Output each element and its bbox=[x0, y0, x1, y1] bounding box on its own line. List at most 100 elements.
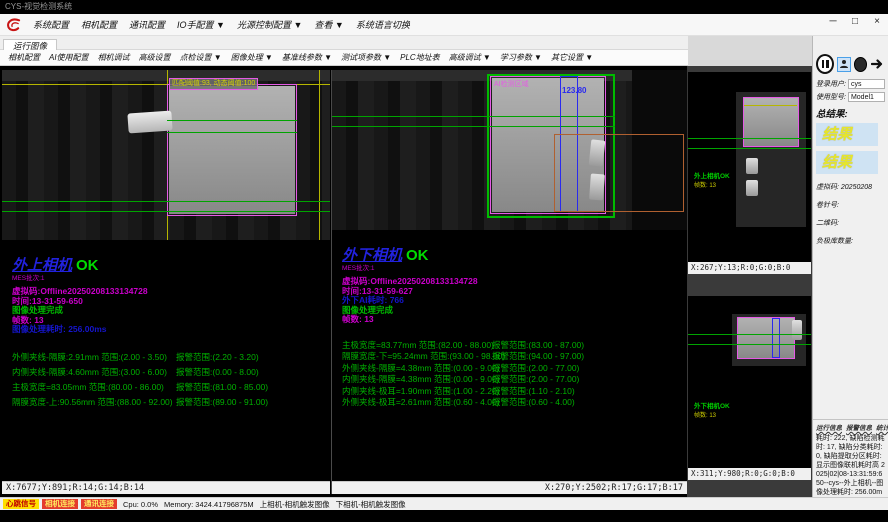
right-camera-image[interactable]: AI检测区域 123.80 bbox=[332, 70, 687, 230]
status-badge: 通讯连接 bbox=[81, 499, 117, 509]
info-line: 帧数: 13 bbox=[342, 315, 687, 325]
panel-log-section: 运行信息报警信息统计信息 耗时: 222, 缺陷检测耗时: 17, 缺陷分类耗时… bbox=[813, 419, 888, 508]
user-icon bbox=[839, 59, 849, 69]
user-login-button[interactable] bbox=[837, 57, 850, 72]
menu-item[interactable]: 系统配置 bbox=[33, 18, 69, 31]
menu-item[interactable]: 相机配置 bbox=[81, 18, 117, 31]
menu-item[interactable]: IO手配置 ▼ bbox=[177, 18, 225, 31]
side-bottom-coordinates: X:311;Y:980;R:0;G:0;B:0 bbox=[688, 468, 811, 480]
window-titlebar: CYS-视觉检测系统 bbox=[0, 0, 888, 14]
camera-lens-button[interactable] bbox=[854, 57, 867, 72]
model-value[interactable]: Model1 bbox=[848, 92, 885, 102]
log-tab[interactable]: 报警信息 bbox=[846, 422, 872, 432]
menu-item[interactable]: 光源控制配置 ▼ bbox=[237, 18, 302, 31]
model-row: 使用型号: Model1 bbox=[816, 92, 885, 102]
side-header-strip: 画面显示区 拼接画面·检测画面 bbox=[688, 36, 812, 66]
status-ok: OK bbox=[406, 247, 429, 264]
side-camera-frames: 帧数: 13 bbox=[694, 180, 716, 189]
left-camera-image[interactable]: 匹配阈值:93, 动态阈值:100 bbox=[2, 70, 330, 240]
left-camera-view: 匹配阈值:93, 动态阈值:100 外上相机OK MES批次:1 虚拟码:Off… bbox=[2, 70, 330, 494]
metal-tab bbox=[746, 158, 758, 174]
log-text: 耗时: 222, 缺陷检测耗时: 17, 缺陷分类耗时: 0, 缺陷提取分区耗时… bbox=[816, 434, 885, 506]
status-badges: 心跳信号相机连接通讯连接 bbox=[3, 499, 117, 509]
pause-button[interactable] bbox=[816, 54, 834, 74]
right-pixel-coordinates: X:270;Y:2502;R:17;G:17;B:17 bbox=[332, 481, 687, 494]
metal-tab bbox=[589, 139, 606, 166]
panel-fields: 虚拟码: 20250208卷针号:二维码:负极库数量: bbox=[816, 182, 885, 246]
roi-box bbox=[167, 84, 297, 216]
toolbar-item[interactable]: 学习参数 ▼ bbox=[500, 52, 542, 63]
maximize-button[interactable]: □ bbox=[848, 16, 862, 27]
toolbar-item[interactable]: 高级设置 bbox=[139, 52, 171, 63]
panel-field: 卷针号: bbox=[816, 200, 885, 210]
status-badge: 心跳信号 bbox=[3, 499, 39, 509]
toolbar-item[interactable]: 图像处理 ▼ bbox=[231, 52, 273, 63]
measure-line bbox=[688, 148, 811, 149]
ai-region-label: AI检测区域 bbox=[494, 79, 529, 89]
result-display-top: 结果 bbox=[816, 123, 878, 146]
toolbar-item[interactable]: 点检设置 ▼ bbox=[180, 52, 222, 63]
ai-measure-value: 123.80 bbox=[562, 86, 586, 95]
tab-strip: 运行图像 bbox=[0, 36, 688, 50]
tab-region-box bbox=[554, 134, 684, 212]
left-pixel-coordinates: X:7677;Y:891;R:14;G:14;B:14 bbox=[2, 481, 330, 494]
measurement-list: 外侧夹线-隔膜:2.91mm 范围:(2.00 - 3.50)报警范围:(2.2… bbox=[12, 350, 330, 410]
toolbar: 相机配置 AI使用配置相机调试高级设置点检设置 ▼ 图像处理 ▼ 基准线参数 ▼ 测试项… bbox=[0, 50, 688, 66]
status-ok: OK bbox=[76, 257, 99, 274]
measurement-row: 内侧夹线-极耳=1.90mm 范围:(1.00 - 2.20)报警范围:(1.1… bbox=[342, 386, 687, 398]
panel-field: 虚拟码: 20250208 bbox=[816, 182, 885, 192]
panel-field: 二维码: bbox=[816, 218, 885, 228]
ai-measure-box bbox=[772, 318, 780, 358]
login-user-value[interactable]: cys bbox=[848, 79, 885, 89]
tab-connector bbox=[127, 110, 172, 133]
measure-line bbox=[688, 334, 811, 335]
machine-top-band bbox=[2, 70, 330, 81]
side-view-top[interactable]: 外上相机OK 帧数: 13 bbox=[688, 72, 811, 262]
side-view-bottom[interactable]: 外下相机OK 帧数: 13 bbox=[688, 296, 811, 468]
measure-line bbox=[167, 120, 297, 121]
measure-line bbox=[688, 138, 811, 139]
measurement-row: 隔膜宽度-上:90.56mm 范围:(88.00 - 92.00)报警范围:(8… bbox=[12, 395, 330, 410]
toolbar-item[interactable]: 相机调试 bbox=[98, 52, 130, 63]
toolbar-item[interactable]: 基准线参数 ▼ bbox=[282, 52, 332, 63]
log-tab[interactable]: 运行信息 bbox=[816, 422, 842, 432]
measure-line bbox=[2, 211, 330, 212]
menu-item[interactable]: 通讯配置 bbox=[129, 18, 165, 31]
minimize-button[interactable]: ─ bbox=[826, 16, 840, 27]
metal-tab bbox=[746, 180, 758, 196]
info-lines: 虚拟码:Offline20250208133134728时间:13-31-59-… bbox=[342, 277, 687, 325]
toolbar-item[interactable]: 其它设置 ▼ bbox=[551, 52, 593, 63]
info-line: 图像处理耗时: 256.00ms bbox=[12, 325, 330, 335]
left-overlay-text: 外上相机OK MES批次:1 虚拟码:Offline20250208133134… bbox=[2, 240, 330, 481]
log-tab[interactable]: 统计信息 bbox=[876, 422, 888, 432]
side-camera-frames: 帧数: 13 bbox=[694, 410, 716, 419]
menu-item[interactable]: 查看 ▼ bbox=[314, 18, 343, 31]
measurement-row: 隔膜宽度-下=95.24mm 范围:(93.00 - 98.00)报警范围:(9… bbox=[342, 351, 687, 363]
measurement-row: 主极宽度=83.77mm 范围:(82.00 - 88.00)报警范围:(83.… bbox=[342, 340, 687, 352]
exit-button[interactable] bbox=[870, 57, 885, 72]
upper-camera-trigger: 上相机-相机触发图像 bbox=[260, 499, 330, 510]
toolbar-item[interactable]: PLC地址表 bbox=[400, 52, 440, 63]
side-camera-status: 外上相机OK bbox=[694, 170, 730, 180]
toolbar-item[interactable]: AI使用配置 bbox=[49, 52, 89, 63]
exit-arrow-icon bbox=[871, 58, 885, 70]
measurement-row: 内侧夹线-隔膜=4.38mm 范围:(0.00 - 9.00)报警范围:(2.0… bbox=[342, 374, 687, 386]
measurement-row: 外侧夹线-极耳=2.61mm 范围:(0.60 - 4.00)报警范围:(0.6… bbox=[342, 397, 687, 409]
info-line: 外下AI耗时: 766 bbox=[342, 296, 687, 306]
toolbar-item[interactable]: 相机配置 bbox=[8, 52, 40, 63]
toolbar-item[interactable]: 高级调试 ▼ bbox=[449, 52, 491, 63]
threshold-label: 匹配阈值:93, 动态阈值:100 bbox=[169, 78, 258, 90]
total-result-label: 总结果: bbox=[816, 106, 885, 120]
info-line: 图像处理完成 bbox=[342, 306, 687, 316]
cpu-usage: Cpu: 0.0% bbox=[123, 500, 158, 509]
window-title: CYS-视觉检测系统 bbox=[5, 2, 72, 11]
menu-item[interactable]: 系统语言切换 bbox=[356, 18, 410, 31]
measure-line bbox=[688, 344, 811, 345]
status-bar: 心跳信号相机连接通讯连接 Cpu: 0.0% Memory: 3424.4179… bbox=[0, 497, 888, 510]
measurement-row: 主极宽度=83.05mm 范围:(80.00 - 86.00)报警范围:(81.… bbox=[12, 380, 330, 395]
close-button[interactable]: × bbox=[870, 16, 884, 27]
measure-line bbox=[2, 201, 330, 202]
toolbar-item[interactable]: 测试项参数 ▼ bbox=[341, 52, 391, 63]
right-overlay-text: 外下相机OK MES批次:1 虚拟码:Offline20250208133134… bbox=[332, 230, 687, 481]
app-logo-icon bbox=[6, 17, 21, 33]
